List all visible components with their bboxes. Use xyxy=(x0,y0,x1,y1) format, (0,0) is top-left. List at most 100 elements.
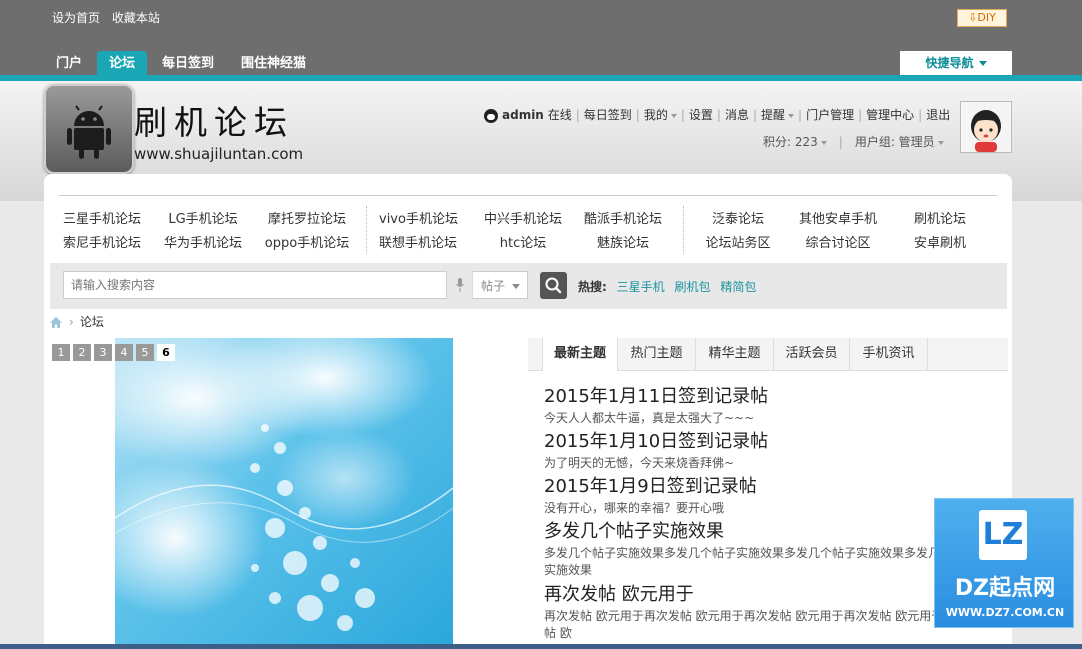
slider-page-button[interactable]: 2 xyxy=(73,344,91,361)
sky-clouds-image xyxy=(115,338,453,649)
user-group-link[interactable]: 用户组: 管理员 xyxy=(855,135,935,149)
breadcrumb-separator: › xyxy=(69,315,74,329)
divider xyxy=(59,195,997,196)
home-icon[interactable] xyxy=(49,316,63,329)
forum-link[interactable]: 刷机论坛 xyxy=(908,208,972,232)
nav-portal[interactable]: 门户 xyxy=(44,51,94,75)
user-link-logout[interactable]: 退出 xyxy=(926,108,950,122)
thread-title[interactable]: 再次发帖 欧元用于 xyxy=(544,580,984,606)
column-divider xyxy=(366,206,368,254)
breadcrumb-current[interactable]: 论坛 xyxy=(80,315,104,329)
breadcrumb: › 论坛 xyxy=(49,313,104,330)
caret-down-icon xyxy=(512,284,520,289)
android-icon[interactable] xyxy=(44,84,134,174)
list-item: 2015年1月10日签到记录帖 为了明天的无憾，今天来烧香拜佛~ xyxy=(544,427,984,472)
bookmark-link[interactable]: 收藏本站 xyxy=(112,11,160,25)
list-item: 多发几个帖子实施效果 多发几个帖子实施效果多发几个帖子实施效果多发几个帖子实施效… xyxy=(544,517,984,579)
forum-link[interactable]: 摩托罗拉论坛 xyxy=(260,208,354,232)
forum-link[interactable]: 综合讨论区 xyxy=(795,232,881,256)
user-link-messages[interactable]: 消息 xyxy=(725,108,749,122)
microphone-icon[interactable] xyxy=(456,278,464,292)
user-link-admin-center[interactable]: 管理中心 xyxy=(866,108,914,122)
forum-col-2: LG手机论坛 华为手机论坛 xyxy=(163,208,243,256)
list-item: 2015年1月11日签到记录帖 今天人人都太牛逼，真是太强大了~~~ xyxy=(544,382,984,427)
slider-image[interactable] xyxy=(115,338,453,649)
forum-link[interactable]: 酷派手机论坛 xyxy=(580,208,666,232)
caret-down-icon xyxy=(788,113,795,118)
tab-hot[interactable]: 热门主题 xyxy=(618,338,696,370)
nav-forum[interactable]: 论坛 xyxy=(97,51,148,75)
slider-page-button[interactable]: 3 xyxy=(94,344,112,361)
search-button[interactable] xyxy=(540,272,567,299)
forum-link[interactable]: 华为手机论坛 xyxy=(163,232,243,256)
nav-daily-signin[interactable]: 每日签到 xyxy=(150,51,226,75)
thread-summary: 再次发帖 欧元用于再次发帖 欧元用于再次发帖 欧元用于再次发帖 欧元用于再次发帖… xyxy=(544,609,980,640)
hot-keyword[interactable]: 三星手机 xyxy=(617,280,665,294)
slider-page-button[interactable]: 1 xyxy=(52,344,70,361)
forum-col-4: vivo手机论坛 联想手机论坛 xyxy=(379,208,458,256)
tab-digest[interactable]: 精华主题 xyxy=(696,338,774,370)
search-type-select[interactable]: 帖子 xyxy=(472,271,528,299)
user-link-portal-admin[interactable]: 门户管理 xyxy=(806,108,854,122)
forum-link[interactable]: 其他安卓手机 xyxy=(795,208,881,232)
forum-link[interactable]: 中兴手机论坛 xyxy=(480,208,566,232)
slider-page-button[interactable]: 5 xyxy=(136,344,154,361)
thread-title[interactable]: 多发几个帖子实施效果 xyxy=(544,517,984,543)
caret-down-icon xyxy=(820,140,827,145)
diy-button[interactable]: ⇩DIY xyxy=(957,9,1007,27)
nav-catch-cat[interactable]: 围住神经猫 xyxy=(229,51,318,75)
taskbar-edge xyxy=(0,644,1082,649)
search-input[interactable] xyxy=(63,271,447,299)
forum-col-3: 摩托罗拉论坛 oppo手机论坛 xyxy=(260,208,354,256)
tab-active-members[interactable]: 活跃会员 xyxy=(774,338,850,370)
tab-phone-news[interactable]: 手机资讯 xyxy=(850,338,928,370)
user-link-signin[interactable]: 每日签到 xyxy=(584,108,632,122)
forum-link[interactable]: 论坛站务区 xyxy=(701,232,775,256)
user-link-reminders[interactable]: 提醒 xyxy=(761,108,785,122)
quick-nav-button[interactable]: 快捷导航 xyxy=(900,51,1012,75)
tab-latest[interactable]: 最新主题 xyxy=(543,338,618,371)
thread-summary: 多发几个帖子实施效果多发几个帖子实施效果多发几个帖子实施效果多发几个帖子实施效果 xyxy=(544,546,977,577)
hot-keyword[interactable]: 精简包 xyxy=(720,280,756,294)
slider-page-button[interactable]: 4 xyxy=(115,344,133,361)
watermark-url: WWW.DZ7.COM.CN xyxy=(945,606,1065,619)
set-homepage-link[interactable]: 设为首页 xyxy=(52,11,100,25)
slider-pager: 1 2 3 4 5 6 xyxy=(52,344,178,361)
forum-col-9: 刷机论坛 安卓刷机 xyxy=(908,208,972,256)
avatar[interactable] xyxy=(960,101,1012,153)
slider-page-button-current[interactable]: 6 xyxy=(157,344,175,361)
list-item: 2015年1月9日签到记录帖 没有开心，哪来的幸福？要开心哦 xyxy=(544,472,984,517)
online-status[interactable]: 在线 xyxy=(548,108,572,122)
forum-link[interactable]: htc论坛 xyxy=(480,232,566,256)
qq-penguin-icon xyxy=(484,108,498,123)
site-title[interactable]: 刷机论坛 xyxy=(134,96,294,144)
forum-link[interactable]: oppo手机论坛 xyxy=(260,232,354,256)
forum-link[interactable]: LG手机论坛 xyxy=(163,208,243,232)
top-links: 设为首页 收藏本站 xyxy=(52,9,168,26)
list-item: 再次发帖 欧元用于 再次发帖 欧元用于再次发帖 欧元用于再次发帖 欧元用于再次发… xyxy=(544,580,984,642)
forum-link[interactable]: 三星手机论坛 xyxy=(63,208,141,232)
forum-col-6: 酷派手机论坛 魅族论坛 xyxy=(580,208,666,256)
hot-keyword[interactable]: 刷机包 xyxy=(674,280,710,294)
forum-link[interactable]: 泛泰论坛 xyxy=(701,208,775,232)
thread-title[interactable]: 2015年1月9日签到记录帖 xyxy=(544,472,984,498)
forum-link[interactable]: vivo手机论坛 xyxy=(379,208,458,232)
points-link[interactable]: 积分: 223 xyxy=(763,135,818,149)
thread-summary: 今天人人都太牛逼，真是太强大了~~~ xyxy=(544,411,755,425)
cartoon-avatar-icon xyxy=(961,102,1011,152)
user-link-mine[interactable]: 我的 xyxy=(644,108,668,122)
forum-link[interactable]: 索尼手机论坛 xyxy=(63,232,141,256)
hot-searches: 热搜: 三星手机 刷机包 精简包 xyxy=(578,278,756,295)
main-nav: 门户 论坛 每日签到 围住神经猫 xyxy=(44,51,321,75)
thread-title[interactable]: 2015年1月10日签到记录帖 xyxy=(544,427,984,453)
site-url[interactable]: www.shuajiluntan.com xyxy=(134,145,303,163)
forum-col-8: 其他安卓手机 综合讨论区 xyxy=(795,208,881,256)
forum-link[interactable]: 魅族论坛 xyxy=(580,232,666,256)
user-link-settings[interactable]: 设置 xyxy=(689,108,713,122)
username-link[interactable]: admin xyxy=(502,108,544,122)
thread-summary: 为了明天的无憾，今天来烧香拜佛~ xyxy=(544,456,735,470)
forum-link[interactable]: 联想手机论坛 xyxy=(379,232,458,256)
search-icon xyxy=(545,277,562,294)
forum-link[interactable]: 安卓刷机 xyxy=(908,232,972,256)
thread-title[interactable]: 2015年1月11日签到记录帖 xyxy=(544,382,984,408)
